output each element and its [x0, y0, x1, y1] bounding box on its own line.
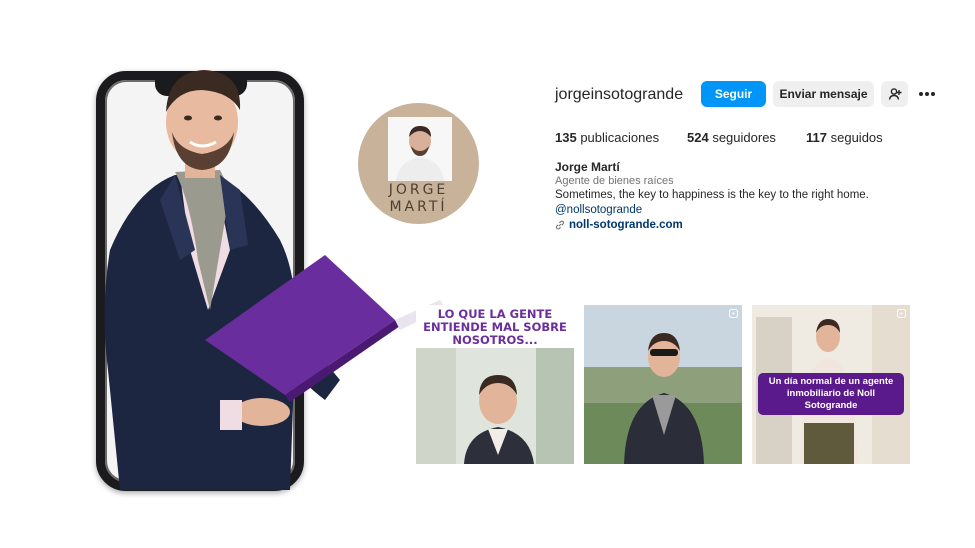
suggested-users-button[interactable] [881, 81, 908, 107]
posts-count: 135 [555, 130, 577, 145]
profile-username: jorgeinsotogrande [555, 86, 684, 103]
avatar-text-line2: MARTÍ [389, 199, 448, 215]
add-user-icon [888, 88, 901, 100]
send-message-button[interactable]: Enviar mensaje [773, 81, 874, 107]
more-options-button[interactable] [914, 81, 940, 107]
following-stat[interactable]: 117 seguidos [806, 130, 883, 145]
followers-label: seguidores [712, 130, 776, 145]
avatar-text-line1: JORGE [388, 182, 449, 198]
following-count: 117 [806, 130, 827, 145]
bio-mention-link[interactable]: @nollsotogrande [555, 204, 642, 216]
bio-website-text: noll-sotogrande.com [569, 219, 683, 231]
post-1-image [416, 348, 574, 464]
post-tile-1[interactable]: LO QUE LA GENTE ENTIENDE MAL SOBRE NOSOT… [416, 305, 574, 464]
post-tile-3[interactable]: Un día normal de un agente inmobiliario … [752, 305, 910, 464]
reel-icon [729, 309, 738, 318]
avatar-photo [388, 117, 452, 181]
followers-stat[interactable]: 524 seguidores [687, 130, 776, 145]
bio-text: Sometimes, the key to happiness is the k… [555, 189, 869, 201]
posts-stat: 135 publicaciones [555, 130, 659, 145]
link-icon [555, 220, 565, 230]
follow-button[interactable]: Seguir [701, 81, 766, 107]
profile-avatar[interactable]: JORGE MARTÍ [358, 103, 479, 224]
reel-icon [897, 309, 906, 318]
bio-name: Jorge Martí [555, 160, 620, 174]
followers-count: 524 [687, 130, 709, 145]
post-2-image [584, 305, 742, 464]
posts-label: publicaciones [580, 130, 660, 145]
following-label: seguidos [830, 130, 883, 145]
bio-website-link[interactable]: noll-sotogrande.com [555, 219, 683, 231]
post-3-caption: Un día normal de un agente inmobiliario … [758, 373, 904, 415]
more-options-icon [919, 92, 935, 96]
bio-category: Agente de bienes raíces [555, 175, 674, 187]
post-tile-2[interactable] [584, 305, 742, 464]
